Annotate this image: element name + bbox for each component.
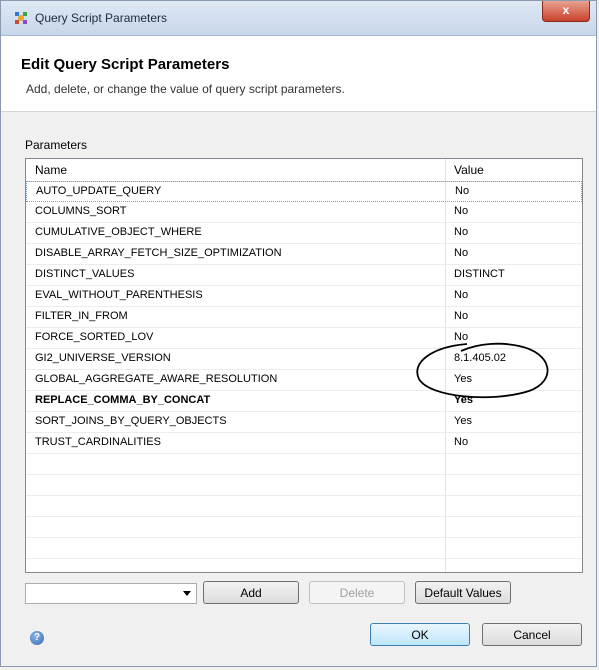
param-value[interactable]: Yes: [454, 394, 473, 406]
table-row[interactable]: GLOBAL_AGGREGATE_AWARE_RESOLUTION Yes: [26, 370, 582, 391]
param-name: FORCE_SORTED_LOV: [35, 331, 154, 343]
table-row-empty: [26, 496, 582, 517]
param-name: CUMULATIVE_OBJECT_WHERE: [35, 226, 202, 238]
delete-button[interactable]: Delete: [309, 581, 405, 604]
param-value[interactable]: Yes: [454, 373, 472, 385]
table-row[interactable]: SORT_JOINS_BY_QUERY_OBJECTS Yes: [26, 412, 582, 433]
parameters-label: Parameters: [25, 138, 88, 152]
param-name: EVAL_WITHOUT_PARENTHESIS: [35, 289, 203, 301]
dropdown-arrow-icon[interactable]: [183, 591, 191, 596]
param-value[interactable]: No: [454, 310, 468, 322]
app-icon: [15, 12, 27, 24]
param-name: FILTER_IN_FROM: [35, 310, 128, 322]
default-values-button[interactable]: Default Values: [415, 581, 511, 604]
dialog-window: Query Script Parameters x Edit Query Scr…: [0, 0, 597, 667]
column-header-name[interactable]: Name: [35, 163, 67, 177]
table-row[interactable]: GI2_UNIVERSE_VERSION 8.1.405.02: [26, 349, 582, 370]
parameter-combo[interactable]: [25, 583, 197, 604]
param-name: GI2_UNIVERSE_VERSION: [35, 352, 171, 364]
dialog-header: Edit Query Script Parameters Add, delete…: [1, 36, 596, 112]
table-row[interactable]: REPLACE_COMMA_BY_CONCAT Yes: [26, 391, 582, 412]
param-name: GLOBAL_AGGREGATE_AWARE_RESOLUTION: [35, 373, 278, 385]
table-row[interactable]: TRUST_CARDINALITIES No: [26, 433, 582, 454]
table-row[interactable]: CUMULATIVE_OBJECT_WHERE No: [26, 223, 582, 244]
param-value[interactable]: No: [454, 289, 468, 301]
param-value[interactable]: No: [454, 331, 468, 343]
param-name: REPLACE_COMMA_BY_CONCAT: [35, 394, 211, 406]
table-row-empty: [26, 538, 582, 559]
window-title: Query Script Parameters: [35, 11, 168, 25]
param-value[interactable]: No: [455, 185, 469, 197]
param-value[interactable]: No: [454, 205, 468, 217]
add-button[interactable]: Add: [203, 581, 299, 604]
param-name: AUTO_UPDATE_QUERY: [36, 185, 162, 197]
table-row[interactable]: DISABLE_ARRAY_FETCH_SIZE_OPTIMIZATION No: [26, 244, 582, 265]
parameter-toolbar: Add Delete Default Values: [1, 577, 596, 617]
close-button[interactable]: x: [542, 1, 590, 22]
param-value[interactable]: No: [454, 247, 468, 259]
ok-button[interactable]: OK: [370, 623, 470, 646]
param-value[interactable]: No: [454, 436, 468, 448]
help-icon[interactable]: ?: [30, 631, 44, 645]
page-description: Add, delete, or change the value of quer…: [26, 82, 345, 96]
param-value[interactable]: Yes: [454, 415, 472, 427]
table-row[interactable]: COLUMNS_SORT No: [26, 202, 582, 223]
param-name: SORT_JOINS_BY_QUERY_OBJECTS: [35, 415, 227, 427]
param-name: DISTINCT_VALUES: [35, 268, 135, 280]
table-row[interactable]: DISTINCT_VALUES DISTINCT: [26, 265, 582, 286]
table-row-empty: [26, 475, 582, 496]
table-header: Name Value: [26, 159, 582, 182]
param-name: TRUST_CARDINALITIES: [35, 436, 161, 448]
parameters-table[interactable]: Name Value AUTO_UPDATE_QUERY No COLUMNS_…: [25, 158, 583, 573]
param-value[interactable]: No: [454, 226, 468, 238]
table-row[interactable]: FILTER_IN_FROM No: [26, 307, 582, 328]
cancel-button[interactable]: Cancel: [482, 623, 582, 646]
page-title: Edit Query Script Parameters: [21, 56, 230, 73]
table-row[interactable]: EVAL_WITHOUT_PARENTHESIS No: [26, 286, 582, 307]
param-value[interactable]: 8.1.405.02: [454, 352, 506, 364]
table-row[interactable]: AUTO_UPDATE_QUERY No: [26, 181, 582, 202]
table-row[interactable]: FORCE_SORTED_LOV No: [26, 328, 582, 349]
table-row-empty: [26, 454, 582, 475]
title-bar[interactable]: Query Script Parameters x: [1, 1, 596, 36]
table-row-empty: [26, 517, 582, 538]
param-name: DISABLE_ARRAY_FETCH_SIZE_OPTIMIZATION: [35, 247, 282, 259]
param-value[interactable]: DISTINCT: [454, 268, 505, 280]
param-name: COLUMNS_SORT: [35, 205, 127, 217]
column-header-value[interactable]: Value: [454, 163, 484, 177]
